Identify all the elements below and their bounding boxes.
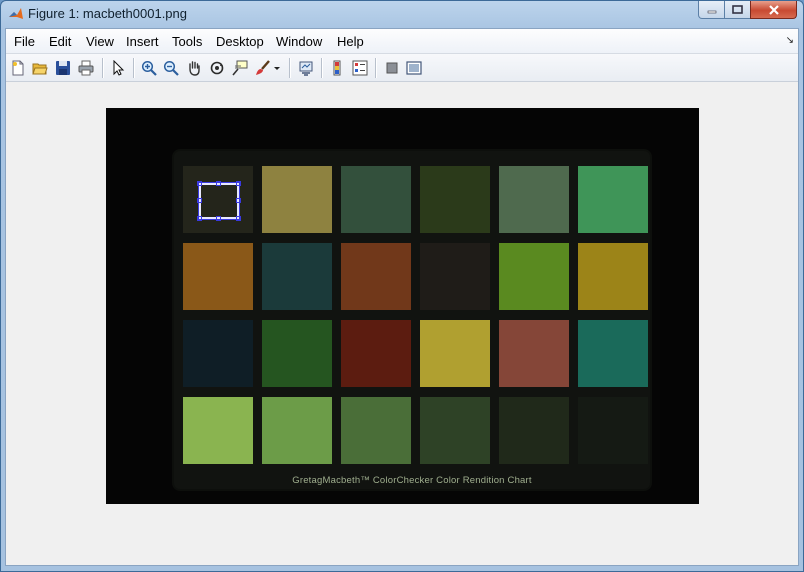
toolbar-separator: [375, 58, 377, 78]
data-cursor-button[interactable]: [230, 58, 250, 78]
color-patch: [499, 166, 569, 233]
brush-button[interactable]: [253, 58, 273, 78]
insert-colorbar-button[interactable]: [327, 58, 347, 78]
color-patch: [578, 243, 648, 310]
roi-handle[interactable]: [236, 181, 241, 186]
color-patch: [420, 320, 490, 387]
zoom-in-icon: [141, 60, 157, 76]
color-patch: [420, 397, 490, 464]
window-title: Figure 1: macbeth0001.png: [28, 6, 187, 21]
roi-handle[interactable]: [236, 216, 241, 221]
matlab-logo-icon: [9, 8, 23, 19]
color-patch: [183, 320, 253, 387]
color-patch: [262, 320, 332, 387]
color-patch: [183, 243, 253, 310]
save-button[interactable]: [53, 58, 73, 78]
maximize-button[interactable]: [724, 1, 751, 19]
minimize-button[interactable]: [698, 1, 725, 19]
toolbar-separator: [289, 58, 291, 78]
menu-file[interactable]: File: [14, 34, 35, 49]
chart-caption: GretagMacbeth™ ColorChecker Color Rendit…: [292, 475, 532, 486]
roi-selection-rectangle[interactable]: [197, 181, 241, 221]
figure-window: Figure 1: macbeth0001.png File Edit View…: [0, 0, 804, 572]
pan-button[interactable]: [184, 58, 204, 78]
maximize-icon: [732, 5, 743, 14]
color-patch: [499, 397, 569, 464]
link-plot-icon: [299, 61, 313, 76]
color-patch: [341, 397, 411, 464]
zoom-out-button[interactable]: [161, 58, 181, 78]
toolbar-separator: [133, 58, 135, 78]
menu-edit[interactable]: Edit: [49, 34, 71, 49]
toolbar-separator: [321, 58, 323, 78]
open-file-icon: [32, 63, 48, 75]
brush-dropdown-button[interactable]: [272, 58, 282, 78]
insert-legend-button[interactable]: [350, 58, 370, 78]
new-figure-button[interactable]: [8, 58, 28, 78]
new-figure-icon: [12, 60, 24, 76]
save-icon: [56, 61, 70, 75]
roi-handle[interactable]: [236, 198, 241, 203]
color-patch: [262, 397, 332, 464]
menu-view[interactable]: View: [86, 34, 114, 49]
color-patch: [183, 397, 253, 464]
menu-desktop[interactable]: Desktop: [216, 34, 264, 49]
title-bar[interactable]: Figure 1: macbeth0001.png: [1, 1, 803, 27]
roi-handle[interactable]: [197, 216, 202, 221]
open-file-button[interactable]: [30, 58, 50, 78]
minimize-icon: [707, 10, 716, 13]
rotate-3d-icon: [210, 61, 224, 75]
color-patch: [262, 166, 332, 233]
menu-bar: File Edit View Insert Tools Desktop Wind…: [6, 29, 798, 54]
roi-handle[interactable]: [216, 181, 221, 186]
color-patch: [578, 166, 648, 233]
close-icon: [768, 4, 779, 15]
roi-handle[interactable]: [216, 216, 221, 221]
print-button[interactable]: [76, 58, 96, 78]
color-patch: [499, 243, 569, 310]
menu-tools[interactable]: Tools: [172, 34, 202, 49]
image-axes[interactable]: GretagMacbeth™ ColorChecker Color Rendit…: [106, 108, 699, 504]
color-patch: [578, 320, 648, 387]
menu-help[interactable]: Help: [337, 34, 364, 49]
color-patch: [341, 166, 411, 233]
close-button[interactable]: [750, 1, 797, 19]
color-patch: [262, 243, 332, 310]
color-patch: [341, 320, 411, 387]
menu-window[interactable]: Window: [276, 34, 322, 49]
color-patch: [420, 243, 490, 310]
brush-dropdown-icon: [274, 67, 280, 70]
zoom-in-button[interactable]: [139, 58, 159, 78]
menu-insert[interactable]: Insert: [126, 34, 159, 49]
roi-handle[interactable]: [197, 198, 202, 203]
data-cursor-icon: [232, 60, 248, 76]
hide-plot-tools-icon: [386, 62, 398, 74]
toolbar-separator: [102, 58, 104, 78]
edit-plot-button[interactable]: [108, 58, 128, 78]
brush-icon: [256, 60, 270, 75]
pan-icon: [189, 61, 200, 76]
color-patch: [578, 397, 648, 464]
color-patch: [499, 320, 569, 387]
rotate-3d-button[interactable]: [207, 58, 227, 78]
roi-handle[interactable]: [197, 181, 202, 186]
hide-plot-tools-button[interactable]: [382, 58, 402, 78]
link-plot-button[interactable]: [296, 58, 316, 78]
color-patch: [341, 243, 411, 310]
insert-colorbar-icon: [333, 60, 341, 76]
zoom-out-icon: [163, 60, 179, 76]
dock-figure-icon[interactable]: ↘: [786, 35, 794, 46]
show-plot-tools-icon: [406, 61, 422, 75]
figure-client-area: File Edit View Insert Tools Desktop Wind…: [5, 28, 799, 566]
print-icon: [78, 60, 94, 76]
color-patch: [420, 166, 490, 233]
edit-plot-icon: [113, 60, 125, 76]
colorchecker-chart: GretagMacbeth™ ColorChecker Color Rendit…: [174, 151, 650, 489]
insert-legend-icon: [352, 60, 368, 76]
show-plot-tools-button[interactable]: [404, 58, 424, 78]
figure-toolbar: [6, 54, 798, 82]
